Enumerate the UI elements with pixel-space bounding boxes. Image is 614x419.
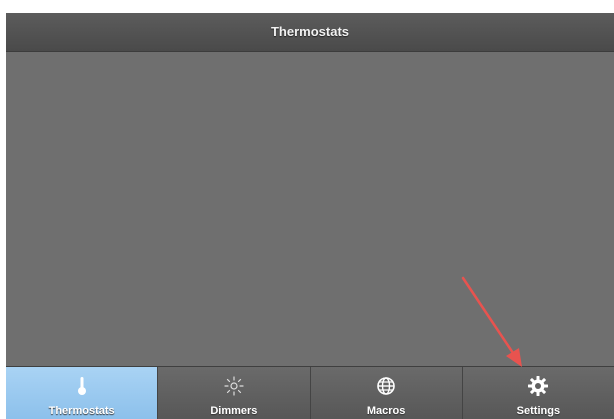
thermostat-list-area [6,52,614,365]
tab-macros[interactable]: Macros [310,367,463,419]
tab-settings[interactable]: Settings [462,367,614,419]
tab-label: Thermostats [48,405,115,417]
tab-bar: Thermostats Dimmers Macros Settings [6,366,614,419]
tab-label: Macros [366,405,406,417]
header-bar: Thermostats [6,13,614,52]
light-bulb-icon [158,375,309,397]
gear-icon [463,375,614,397]
tab-dimmers[interactable]: Dimmers [158,367,311,419]
tab-thermostats[interactable]: Thermostats [6,367,159,419]
globe-icon [311,375,462,397]
tab-label: Dimmers [210,405,258,417]
tab-label: Settings [516,405,561,417]
page-title: Thermostats [270,24,350,39]
app-window: Thermostats Thermostats Dimmers Macros S… [6,13,614,419]
thermometer-icon [6,375,157,397]
